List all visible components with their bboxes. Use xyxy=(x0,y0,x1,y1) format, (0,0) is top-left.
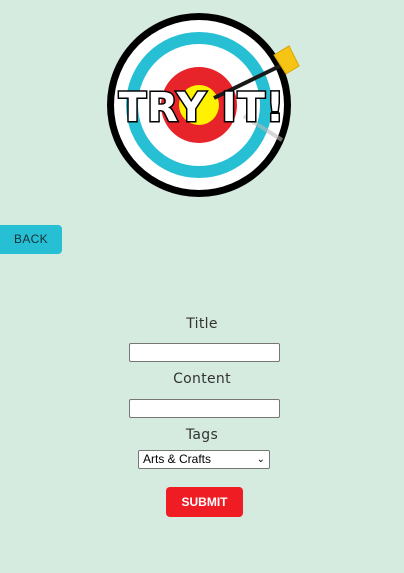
logo-text: TRY IT! xyxy=(119,85,285,131)
title-label: Title xyxy=(186,316,218,332)
tags-label: Tags xyxy=(185,427,219,443)
submit-button[interactable]: SUBMIT xyxy=(166,487,243,517)
try-it-logo: TRY IT! xyxy=(107,13,300,197)
title-input[interactable] xyxy=(129,343,280,362)
content-label: Content xyxy=(173,371,231,387)
back-button[interactable]: BACK xyxy=(0,225,62,254)
chevron-down-icon: ⌄ xyxy=(256,454,265,465)
content-input[interactable] xyxy=(129,399,280,418)
tags-selected-value: Arts & Crafts xyxy=(143,452,212,466)
tags-select[interactable]: Arts & Crafts ⌄ xyxy=(138,450,270,469)
